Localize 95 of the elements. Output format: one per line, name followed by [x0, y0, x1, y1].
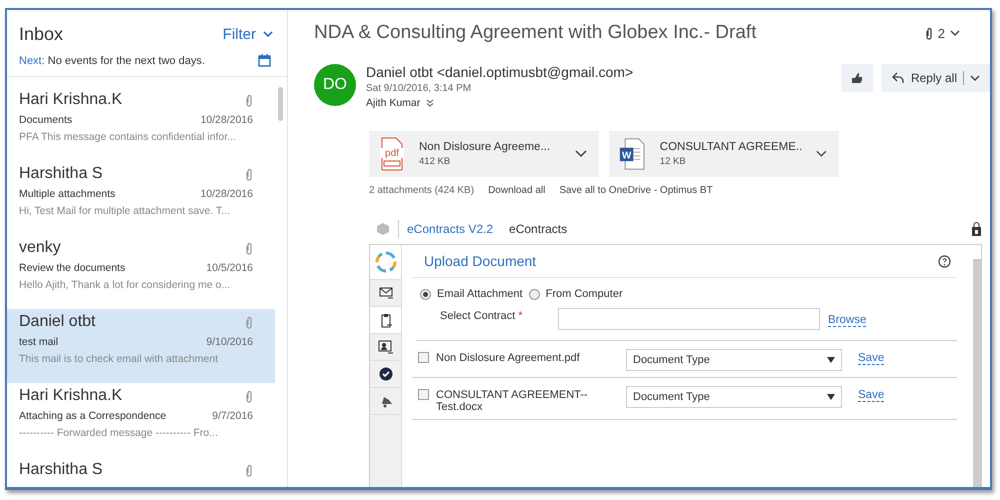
message-subject: test mail — [19, 336, 58, 348]
attachment-name: CONSULTANT AGREEME.. — [660, 141, 802, 153]
sender-address: Daniel otbt <daniel.optimusbt@gmail.com> — [366, 64, 634, 80]
ring-logo — [374, 251, 396, 273]
chevron-down-icon — [263, 31, 273, 38]
attachment-size: 12 KB — [660, 156, 687, 167]
addin-name[interactable]: eContracts V2.2 — [407, 222, 494, 236]
next-events-text: Next: No events for the next two days. — [19, 54, 205, 66]
sent-time: Sat 9/10/2016, 3:14 PM — [366, 83, 472, 94]
chevron-down-icon — [970, 74, 980, 82]
message-date: 10/28/2016 — [200, 188, 253, 200]
paperclip-icon — [245, 464, 253, 476]
reply-all-button[interactable]: Reply all — [880, 64, 990, 92]
sender-name: Harshitha S — [19, 165, 103, 183]
file-name: CONSULTANT AGREEMENT--Test.docx — [436, 388, 589, 413]
calendar-icon[interactable] — [258, 54, 271, 67]
chevron-down-icon[interactable] — [816, 150, 827, 158]
filter-button[interactable]: Filter — [222, 26, 273, 43]
message-item[interactable]: venky Review the documents 10/5/2016 Hello Ajith, Thank a lot for considering me o... — [7, 235, 275, 309]
message-item[interactable]: Hari Krishna.K Documents 10/28/2016 PFA This message contains confidential infor... — [7, 87, 275, 161]
thumbs-up-icon — [850, 72, 863, 84]
message-subject: Review the documents — [19, 262, 126, 274]
dropdown-arrow-icon — [827, 394, 835, 400]
message-preview: PFA This message contains confidential infor... — [19, 131, 237, 143]
checkbox[interactable] — [418, 352, 429, 363]
browse-link[interactable]: Browse — [828, 314, 866, 327]
paperclip-icon — [924, 26, 933, 40]
message-date: 9/7/2016 — [212, 410, 253, 422]
sender-name: Daniel otbt — [19, 313, 96, 331]
folder-title: Inbox — [19, 24, 64, 45]
document-type-dropdown[interactable]: Document Type — [626, 386, 842, 408]
save-link[interactable]: Save — [858, 389, 884, 402]
message-date: 10/28/2016 — [200, 114, 253, 126]
paperclip-icon — [245, 242, 253, 254]
scrollbar[interactable] — [278, 87, 283, 121]
checkmark-icon — [378, 367, 392, 381]
sender-name: Harshitha S — [19, 461, 103, 479]
radio-button[interactable] — [420, 288, 431, 300]
contact-card-icon — [378, 340, 393, 354]
sender-name: Hari Krishna.K — [19, 387, 122, 405]
document-type-dropdown[interactable]: Document Type — [626, 349, 842, 371]
message-item[interactable]: Harshitha S — [7, 457, 275, 487]
radio-button[interactable] — [528, 288, 540, 300]
message-date: 10/5/2016 — [206, 262, 253, 274]
attachments-summary: 2 attachments (424 KB) — [369, 185, 474, 196]
chevron-down-icon — [950, 30, 960, 36]
chevron-down-icon[interactable] — [575, 150, 587, 158]
source-radio[interactable]: Email Attachment — [420, 288, 523, 300]
attachment-size: 412 KB — [419, 156, 452, 167]
attachment-card[interactable]: pdf Non Dislosure Agreeme... 412 KB — [369, 131, 599, 177]
message-item[interactable]: Hari Krishna.K Attaching as a Correspondence 9/7/2016 ---------- Forwarded message ---------- Fro... — [7, 383, 275, 457]
attachment-card[interactable]: W CONSULTANT AGREEME.. 12 KB — [609, 131, 839, 177]
reply-all-icon — [890, 71, 905, 85]
attachment-count-button[interactable]: 2 — [918, 24, 966, 42]
paperclip-icon — [245, 94, 253, 106]
email-subject: NDA & Consulting Agreement with Globex Inc.- Draft — [314, 22, 756, 44]
envelope-icon — [378, 287, 392, 299]
double-chevron-icon[interactable] — [426, 99, 434, 107]
paperclip-icon — [245, 390, 253, 402]
field-label: Select Contract * — [440, 309, 524, 322]
paperclip-icon — [245, 316, 253, 328]
download-all-link[interactable]: Download all — [488, 185, 546, 196]
file-name: Non Dislosure Agreement.pdf — [436, 351, 581, 364]
cube-icon — [376, 222, 390, 236]
sender-name: venky — [19, 239, 61, 257]
sender-name: Hari Krishna.K — [19, 91, 122, 109]
recipient-name[interactable]: Ajith Kumar — [366, 97, 420, 109]
paperclip-icon — [245, 168, 253, 180]
message-preview: Hi, Test Mail for multiple attachment save. T... — [19, 205, 231, 217]
attachment-name: Non Dislosure Agreeme... — [419, 141, 552, 153]
save-all-link[interactable]: Save all to OneDrive - Optimus BT — [559, 185, 713, 196]
clipboard-icon — [380, 312, 392, 328]
addin-nav-tab[interactable] — [370, 307, 401, 334]
pdf-file-icon: pdf — [379, 137, 405, 171]
message-item[interactable]: Harshitha S Multiple attachments 10/28/2016 Hi, Test Mail for multiple attachment save. T... — [7, 161, 275, 235]
save-link[interactable]: Save — [858, 352, 884, 365]
message-preview: Hello Ajith, Thank a lot for considering me o... — [19, 279, 232, 291]
like-button[interactable] — [840, 64, 873, 92]
addin-provider: eContracts — [509, 222, 568, 236]
source-radio[interactable]: From Computer — [528, 288, 623, 300]
contract-input-field[interactable] — [558, 308, 820, 330]
message-subject: Documents — [19, 114, 72, 126]
message-subject: Attaching as a Correspondence — [19, 410, 166, 422]
panel-title: Upload Document — [424, 253, 536, 269]
lock-icon[interactable] — [971, 222, 982, 236]
avatar: DO — [314, 64, 356, 106]
help-icon[interactable] — [938, 254, 951, 268]
message-preview: ---------- Forwarded message ---------- Fro... — [19, 427, 219, 439]
checkbox[interactable] — [418, 389, 429, 400]
scrollbar[interactable] — [973, 259, 981, 487]
dropdown-arrow-icon — [827, 357, 835, 363]
message-date: 9/10/2016 — [206, 336, 253, 348]
message-item[interactable]: Daniel otbt test mail 9/10/2016 This mail is to check email with attachment — [7, 309, 275, 383]
message-subject: Multiple attachments — [19, 188, 116, 200]
message-preview: This mail is to check email with attachment — [19, 353, 219, 365]
